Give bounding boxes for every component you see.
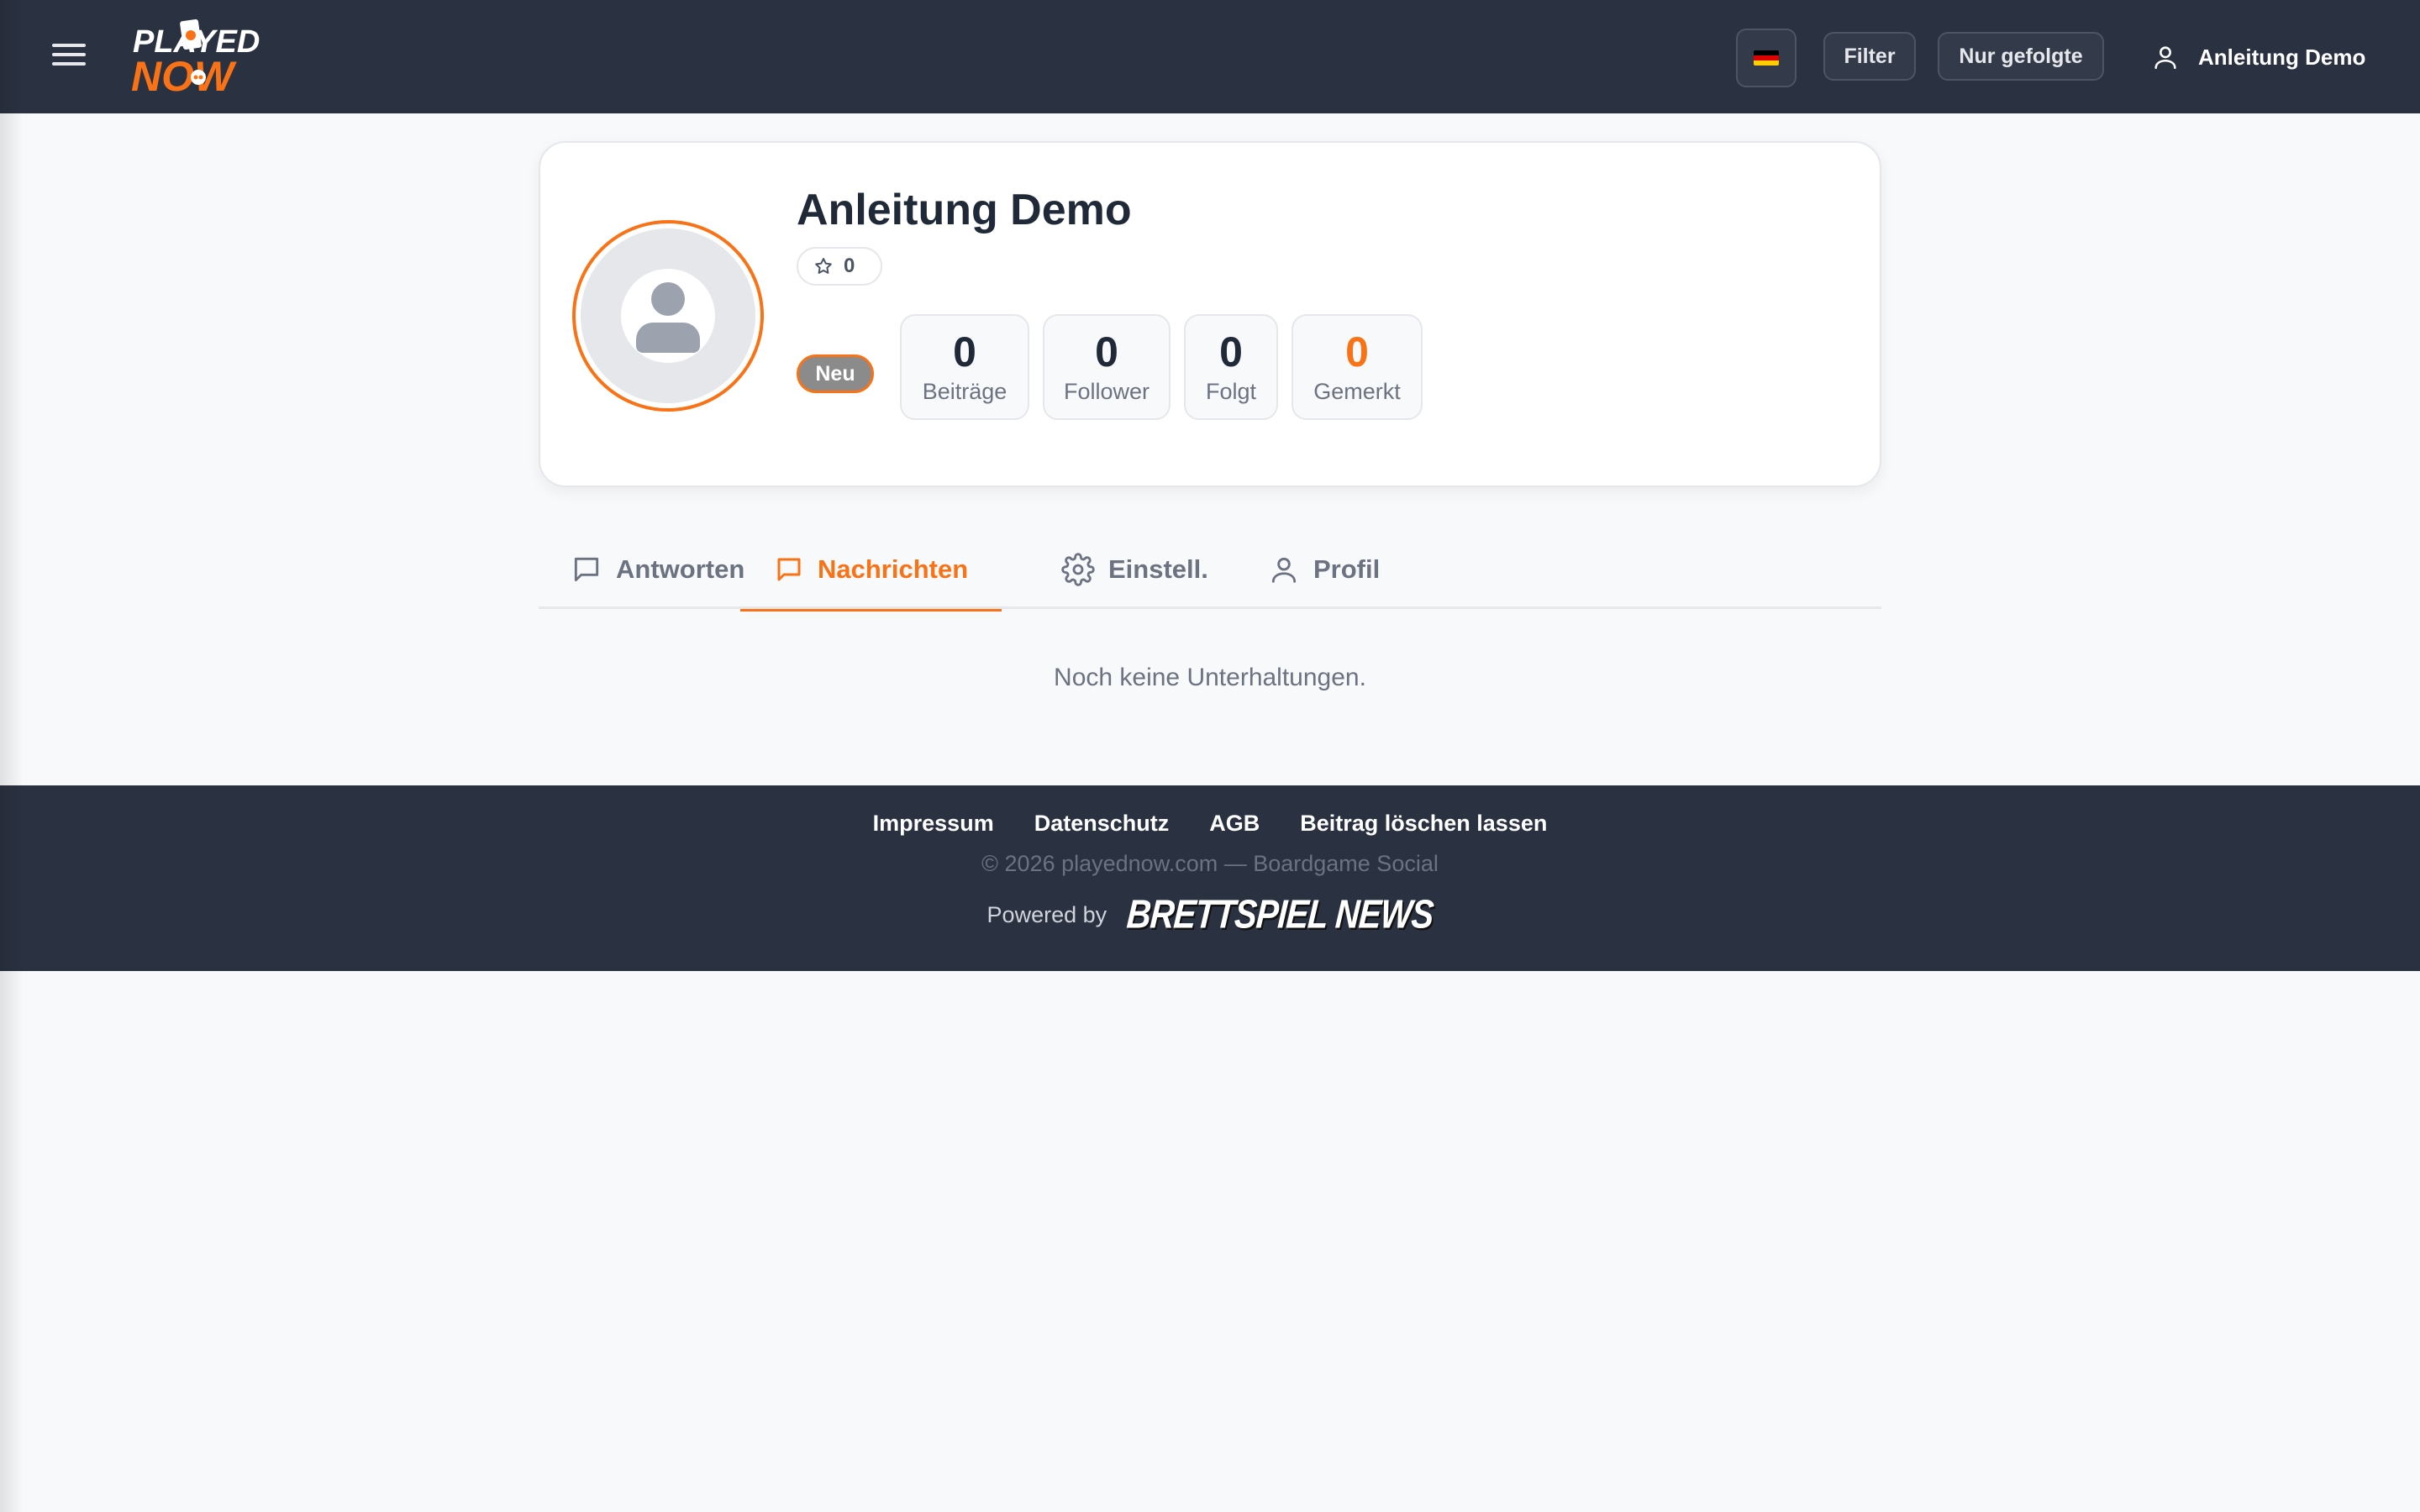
footer-link-privacy[interactable]: Datenschutz (1034, 811, 1170, 837)
tab-answers[interactable]: Antworten (571, 529, 744, 609)
tab-label: Einstell. (1108, 554, 1208, 584)
stat-value: 0 (953, 328, 976, 375)
page-edge-shadow (0, 0, 24, 1512)
footer-link-impressum[interactable]: Impressum (873, 811, 994, 837)
user-name-label: Anleitung Demo (2198, 44, 2366, 70)
stat-followers[interactable]: 0 Follower (1043, 314, 1171, 420)
stat-label: Gemerkt (1313, 379, 1401, 404)
language-switch-button[interactable] (1736, 29, 1797, 87)
stat-label: Follower (1063, 379, 1150, 404)
copyright-text: © 2026 playednow.com — Boardgame Social (981, 851, 1439, 876)
message-icon (777, 558, 801, 580)
tab-label: Antworten (616, 554, 745, 584)
profile-name: Anleitung Demo (797, 186, 1132, 234)
user-icon (1271, 557, 1297, 583)
footer-link-terms[interactable]: AGB (1209, 811, 1260, 837)
profile-card: Anleitung Demo 0 Neu 0 Beiträge 0 Follow… (539, 141, 1881, 487)
brettspiel-news-logo[interactable]: BRETTSPIEL NEWS (1125, 893, 1434, 938)
stat-value: 0 (1219, 328, 1243, 375)
stat-posts[interactable]: 0 Beiträge (900, 314, 1029, 420)
comment-icon (574, 557, 599, 581)
gear-icon (1061, 552, 1095, 586)
stat-label: Beiträge (922, 379, 1007, 404)
stat-following[interactable]: 0 Folgt (1184, 314, 1278, 420)
following-only-button[interactable]: Nur gefolgte (1938, 32, 2104, 81)
level-badge: Neu (797, 354, 874, 393)
user-icon (2154, 46, 2176, 70)
footer-link-delete-post[interactable]: Beitrag löschen lassen (1300, 811, 1547, 837)
empty-conversations-message: Noch keine Unterhaltungen. (1054, 664, 1366, 691)
svg-text:NOW: NOW (131, 53, 237, 96)
profile-tabs: Antworten Nachrichten Einstell. Profil (539, 529, 1881, 612)
star-icon (815, 258, 832, 274)
stat-value: 0 (1095, 328, 1118, 375)
rating-value: 0 (844, 255, 855, 277)
german-flag-icon (1754, 50, 1779, 66)
default-avatar-icon (621, 269, 715, 363)
powered-by-label: Powered by (986, 902, 1107, 927)
stat-bookmarked[interactable]: 0 Gemerkt (1292, 314, 1423, 420)
playednow-logo[interactable]: PLAYED NOW (131, 18, 291, 100)
tab-label: Nachrichten (818, 554, 969, 584)
tab-messages[interactable]: Nachrichten (740, 529, 1002, 612)
powered-by: Powered by BRETTSPIEL NEWS (0, 893, 2420, 937)
user-menu[interactable]: Anleitung Demo (2151, 37, 2365, 77)
rating-pill: 0 (797, 247, 882, 286)
tab-settings[interactable]: Einstell. (1061, 529, 1208, 609)
footer: Impressum Datenschutz AGB Beitrag lösche… (0, 785, 2420, 971)
tab-label: Profil (1313, 554, 1381, 584)
avatar[interactable] (572, 220, 764, 412)
stat-label: Folgt (1205, 379, 1257, 404)
tab-profile[interactable]: Profil (1268, 529, 1380, 609)
stat-value: 0 (1345, 328, 1369, 375)
footer-links: Impressum Datenschutz AGB Beitrag lösche… (0, 811, 2420, 837)
filter-button[interactable]: Filter (1823, 32, 1916, 81)
top-navbar: PLAYED NOW Filter Nur gefolgte Anleitung… (0, 0, 2420, 113)
hamburger-menu-icon[interactable] (52, 44, 86, 69)
